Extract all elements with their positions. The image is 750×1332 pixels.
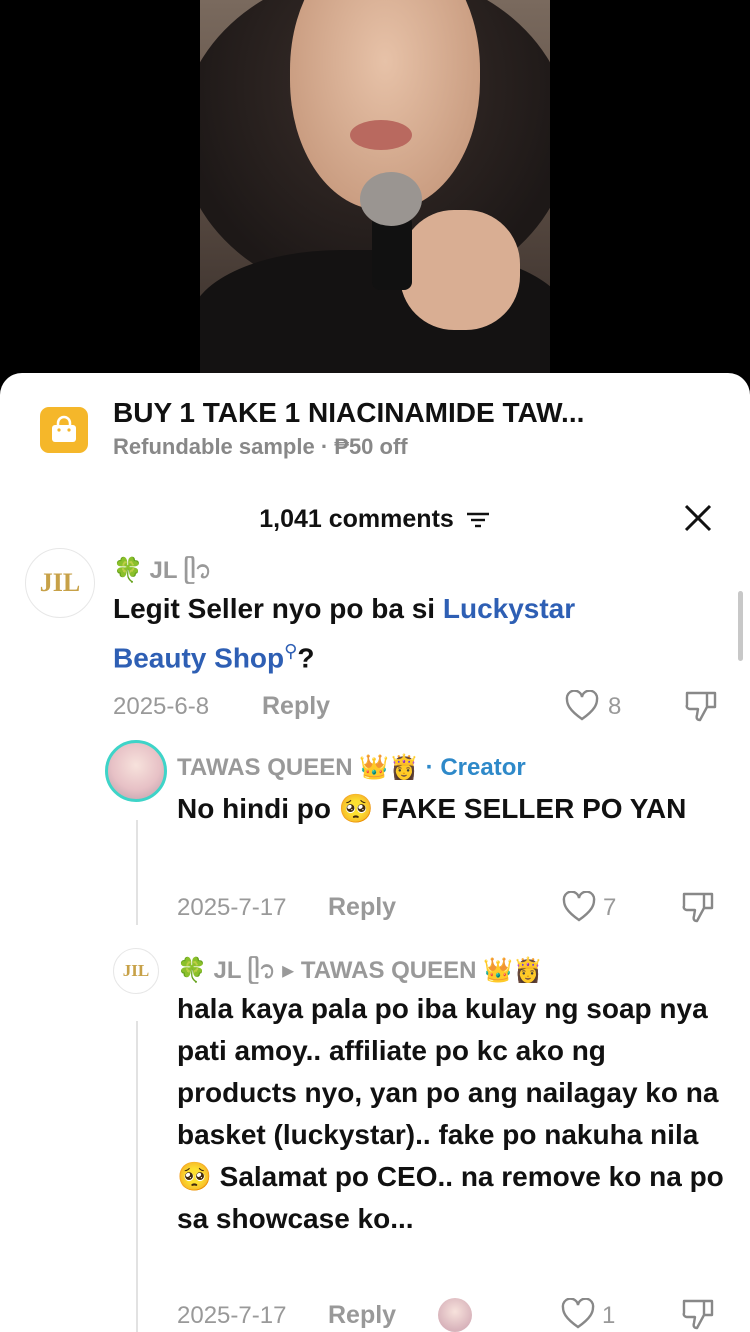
thread-line [136,1021,138,1332]
comments-header: 1,041 comments [0,501,750,541]
close-icon[interactable] [683,503,713,533]
reply-button[interactable]: Reply [328,893,396,922]
like-count: 1 [602,1302,616,1329]
creator-badge: · Creator [419,754,526,781]
avatar[interactable]: JIL [113,948,159,994]
filter-icon[interactable] [465,510,491,530]
comments-sheet: BUY 1 TAKE 1 NIACINAMIDE TAW... Refundab… [0,373,750,1332]
video-player[interactable] [0,0,750,400]
thread-line [136,820,138,925]
shopping-bag-icon [40,407,88,453]
product-title: BUY 1 TAKE 1 NIACINAMIDE TAW... [113,397,585,428]
reply-date: 2025-7-17 [177,1302,287,1329]
product-banner[interactable]: BUY 1 TAKE 1 NIACINAMIDE TAW... Refundab… [0,373,750,473]
reply-button[interactable]: Reply [262,692,330,721]
comment-count[interactable]: 1,041 comments [0,505,750,534]
dislike-icon[interactable] [680,890,716,924]
product-subtitle: Refundable sample · ₱50 off [113,434,408,459]
like-count: 8 [608,693,622,720]
like-count: 7 [603,894,617,921]
reply-text: No hindi po 🥺 FAKE SELLER PO YAN [177,793,687,824]
heart-icon[interactable] [565,690,599,722]
reply-date: 2025-7-17 [177,894,287,921]
dislike-icon[interactable] [683,689,719,723]
creator-avatar[interactable] [105,740,167,802]
reply-button[interactable]: Reply [328,1301,396,1330]
avatar[interactable]: JIL [25,548,95,618]
heart-icon[interactable] [562,891,596,923]
reply-text: hala kaya pala po iba kulay ng soap nya … [177,993,724,1234]
scrollbar[interactable] [738,591,743,661]
dislike-icon[interactable] [680,1297,716,1331]
comment-date: 2025-6-8 [113,693,210,720]
creator-liked-avatar [438,1298,472,1332]
reply-author[interactable]: TAWAS QUEEN 👑👸 · Creator [177,753,526,782]
search-icon[interactable]: ⚲ [284,641,297,661]
video-frame [200,0,550,400]
heart-icon[interactable] [561,1298,595,1330]
comment-text: Legit Seller nyo po ba si Luckystar Beau… [113,593,576,674]
